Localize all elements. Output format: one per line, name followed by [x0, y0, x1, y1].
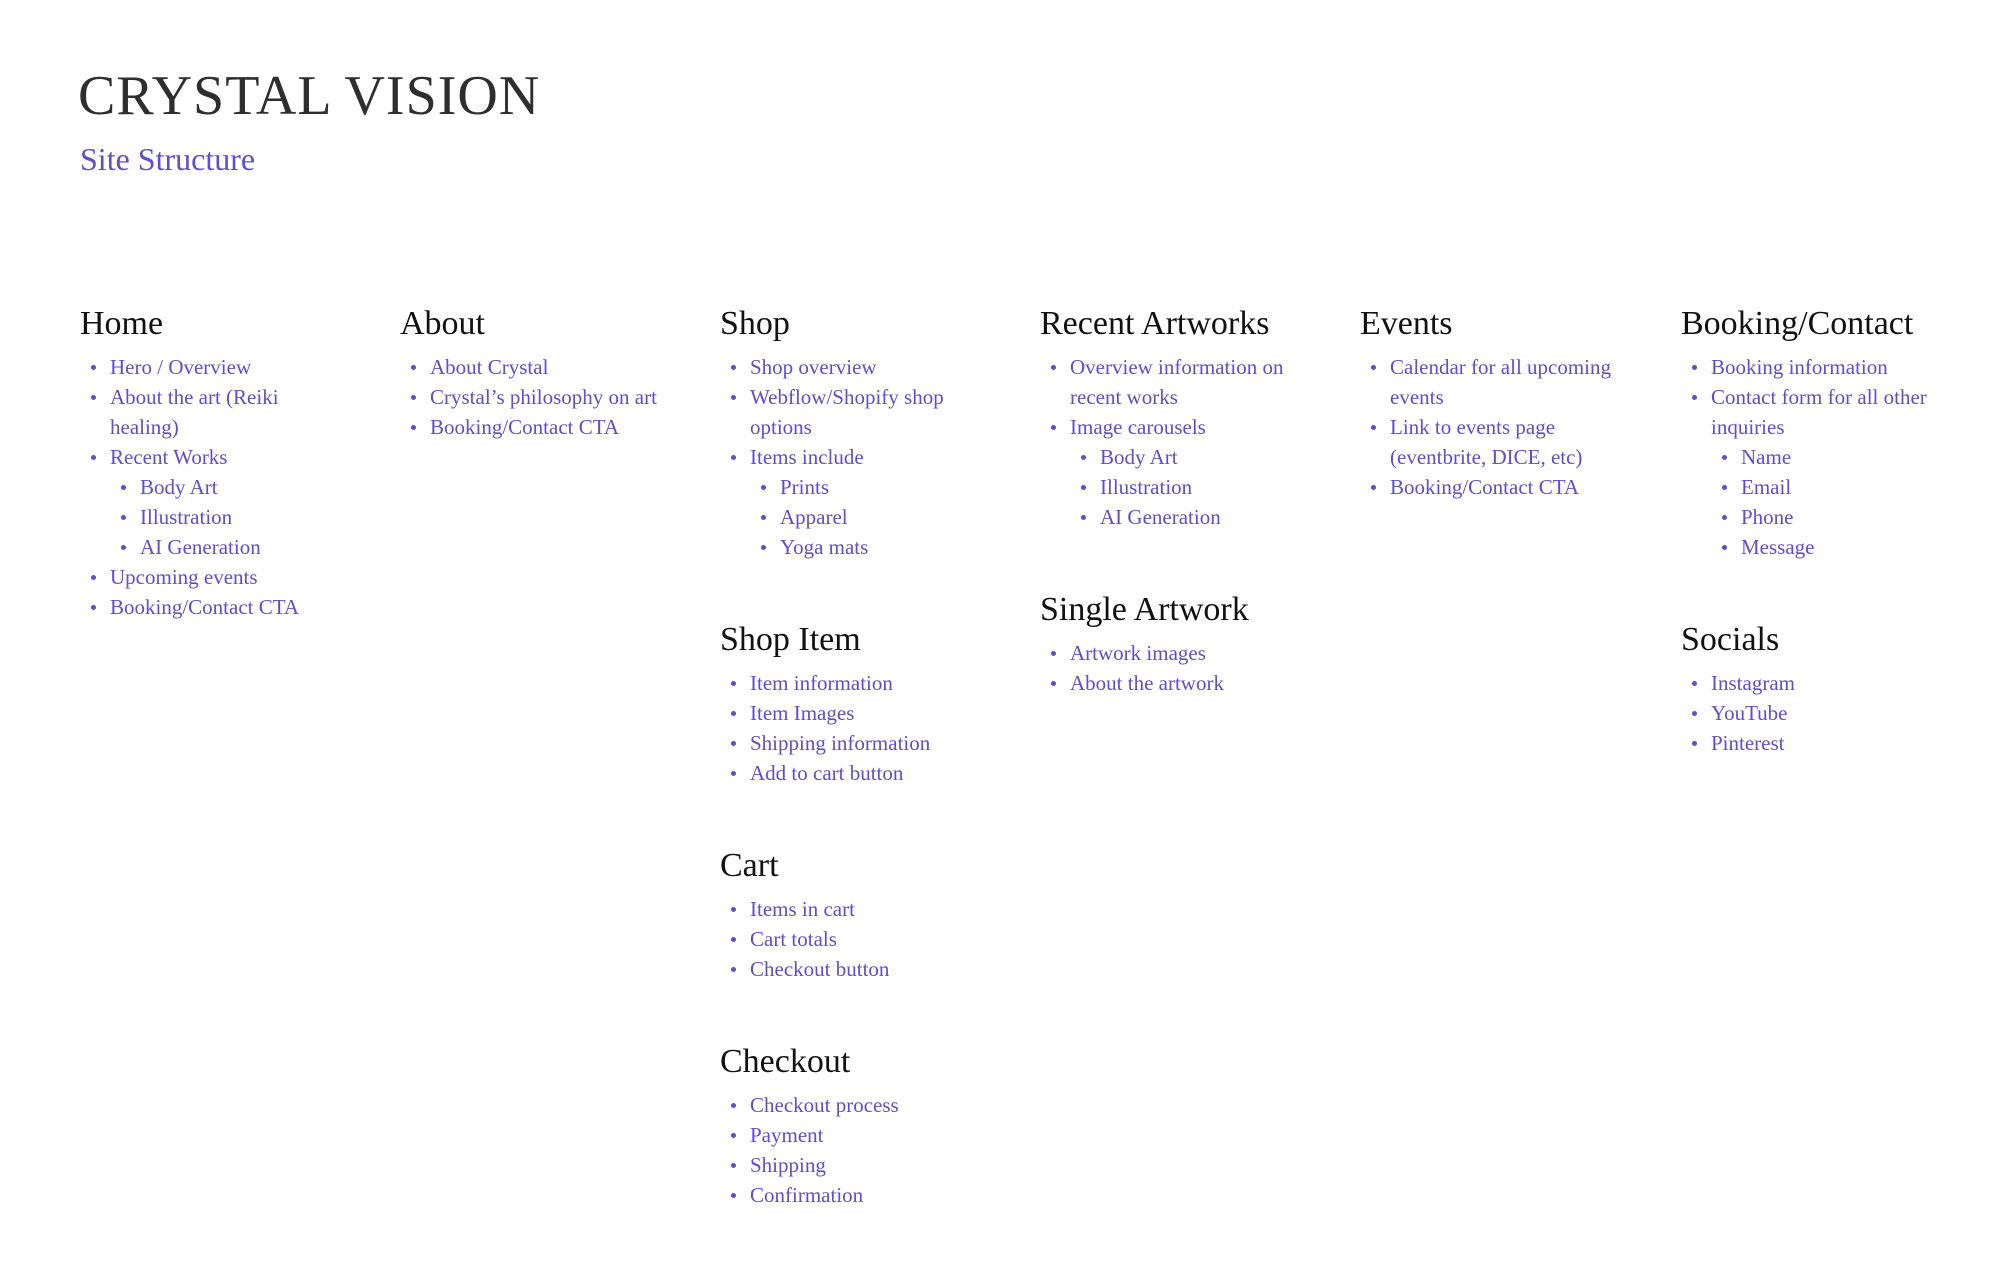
section-title: About	[400, 305, 485, 342]
list-item: About Crystal	[400, 352, 670, 382]
section-title: Shop Item	[720, 621, 861, 658]
list-item: Payment	[720, 1120, 990, 1150]
list-item: Cart totals	[720, 924, 990, 954]
list-item: Pinterest	[1681, 728, 1931, 758]
list-item: Booking information	[1681, 352, 1931, 382]
section-list: About Crystal Crystal’s philosophy on art…	[400, 352, 670, 442]
section-booking-contact: Booking/Contact Booking information Conta…	[1681, 302, 1931, 562]
section-list: Overview information on recent works Imag…	[1040, 352, 1290, 532]
sub-list-item: Illustration	[1040, 472, 1290, 502]
sub-list-item: Illustration	[80, 502, 340, 532]
section-title: Home	[80, 305, 164, 342]
list-item: Artwork images	[1040, 638, 1310, 668]
list-item: Confirmation	[720, 1180, 990, 1210]
list-item: Items in cart	[720, 894, 990, 924]
list-item: Item Images	[720, 698, 990, 728]
list-item: Link to events page (eventbrite, DICE, e…	[1360, 412, 1620, 472]
list-item: Recent Works	[80, 442, 340, 472]
list-item: Shipping information	[720, 728, 990, 758]
list-item: Shipping	[720, 1150, 990, 1180]
section-list: Calendar for all upcoming events Link to …	[1360, 352, 1620, 502]
sub-list-item: Name	[1681, 442, 1931, 472]
page-subtitle: Site Structure	[80, 141, 256, 177]
list-item: Booking/Contact CTA	[400, 412, 670, 442]
sub-list-item: Body Art	[1040, 442, 1290, 472]
section-list: Shop overview Webflow/Shopify shop option…	[720, 352, 990, 562]
list-item: About the art (Reiki healing)	[80, 382, 340, 442]
section-shop-item: Shop Item Item information Item Images Shi…	[720, 618, 990, 788]
section-home: Home Hero / Overview About the art (Reiki…	[80, 302, 340, 622]
list-item: Image carousels	[1040, 412, 1290, 442]
list-item: Webflow/Shopify shop options	[720, 382, 990, 442]
section-list: Items in cart Cart totals Checkout button	[720, 894, 990, 984]
list-item: Crystal’s philosophy on art	[400, 382, 670, 412]
section-socials: Socials Instagram YouTube Pinterest	[1681, 618, 1931, 758]
section-single-artwork: Single Artwork Artwork images About the a…	[1040, 588, 1310, 698]
section-list: Checkout process Payment Shipping Confirmat…	[720, 1090, 990, 1210]
section-title: Cart	[720, 847, 779, 884]
list-item: Instagram	[1681, 668, 1931, 698]
list-item: Upcoming events	[80, 562, 340, 592]
list-item: About the artwork	[1040, 668, 1310, 698]
sub-list-item: Message	[1681, 532, 1931, 562]
sub-list-item: Body Art	[80, 472, 340, 502]
list-item: Checkout process	[720, 1090, 990, 1120]
sub-list-item: AI Generation	[1040, 502, 1290, 532]
list-item: Items include	[720, 442, 990, 472]
section-title: Shop	[720, 305, 790, 342]
list-item: YouTube	[1681, 698, 1931, 728]
list-item: Overview information on recent works	[1040, 352, 1290, 412]
section-checkout: Checkout Checkout process Payment Shipping…	[720, 1040, 990, 1210]
section-title: Events	[1360, 305, 1453, 342]
sub-list-item: Phone	[1681, 502, 1931, 532]
list-item: Contact form for all other inquiries	[1681, 382, 1931, 442]
sub-list-item: Email	[1681, 472, 1931, 502]
list-item: Booking/Contact CTA	[80, 592, 340, 622]
sub-list-item: Prints	[720, 472, 990, 502]
list-item: Hero / Overview	[80, 352, 340, 382]
list-item: Calendar for all upcoming events	[1360, 352, 1620, 412]
page-title: CRYSTAL VISION	[78, 65, 541, 127]
section-recent-artworks: Recent Artworks Overview information on …	[1040, 302, 1290, 532]
section-list: Booking information Contact form for all …	[1681, 352, 1931, 562]
section-list: Item information Item Images Shipping info…	[720, 668, 990, 788]
section-shop: Shop Shop overview Webflow/Shopify shop o…	[720, 302, 990, 562]
section-title: Socials	[1681, 621, 1780, 658]
list-item: Add to cart button	[720, 758, 990, 788]
list-item: Shop overview	[720, 352, 990, 382]
section-title: Checkout	[720, 1043, 851, 1080]
sub-list-item: Yoga mats	[720, 532, 990, 562]
section-list: Artwork images About the artwork	[1040, 638, 1310, 698]
section-events: Events Calendar for all upcoming events L…	[1360, 302, 1620, 502]
section-about: About About Crystal Crystal’s philosophy …	[400, 302, 670, 442]
list-item: Item information	[720, 668, 990, 698]
sub-list-item: AI Generation	[80, 532, 340, 562]
list-item: Booking/Contact CTA	[1360, 472, 1620, 502]
list-item: Checkout button	[720, 954, 990, 984]
section-list: Hero / Overview About the art (Reiki heal…	[80, 352, 340, 622]
section-title: Single Artwork	[1040, 591, 1249, 628]
section-cart: Cart Items in cart Cart totals Checkout bu…	[720, 844, 990, 984]
section-title: Recent Artworks	[1040, 305, 1270, 342]
sub-list-item: Apparel	[720, 502, 990, 532]
section-list: Instagram YouTube Pinterest	[1681, 668, 1931, 758]
section-title: Booking/Contact	[1681, 305, 1914, 342]
